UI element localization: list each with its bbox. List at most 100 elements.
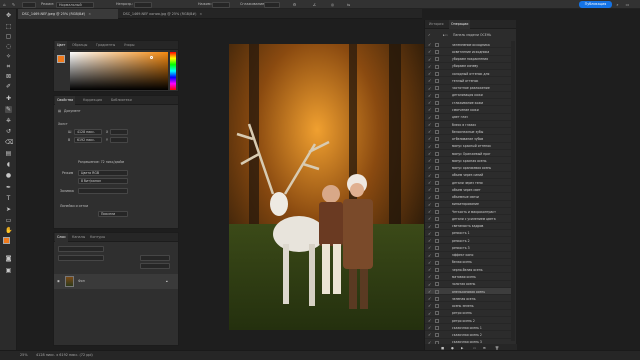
check-icon[interactable]: ✓ xyxy=(428,86,431,91)
check-icon[interactable]: ✓ xyxy=(428,64,431,69)
action-row[interactable]: ✓ осень зелень xyxy=(425,302,513,310)
dialog-toggle-box[interactable] xyxy=(435,180,439,185)
action-row[interactable]: ✓ блеск в глазах xyxy=(425,121,513,129)
check-icon[interactable]: ✓ xyxy=(428,311,431,316)
action-row[interactable]: ✓ отбеливание зубов xyxy=(425,135,513,143)
action-row[interactable]: ✓ светимость кадров xyxy=(425,223,513,230)
action-row[interactable]: ✓ виньетирование xyxy=(425,201,513,208)
action-row[interactable]: ✓ осветление исходника xyxy=(425,48,513,56)
check-icon[interactable]: ✓ xyxy=(428,267,431,272)
dialog-toggle-box[interactable] xyxy=(435,173,439,178)
tab-paths[interactable]: Контуры xyxy=(88,233,107,242)
dodge-tool-icon[interactable]: ● xyxy=(5,172,12,179)
frame-tool-icon[interactable]: ⊠ xyxy=(5,73,12,80)
check-icon[interactable]: ✓ xyxy=(428,122,431,127)
check-icon[interactable]: ✓ xyxy=(428,303,431,308)
tab-libraries[interactable]: Библиотеки xyxy=(109,96,134,105)
close-icon[interactable]: × xyxy=(199,12,202,16)
layer-opacity-input[interactable] xyxy=(140,255,170,261)
action-row[interactable]: ✓ детали через тени xyxy=(425,179,513,187)
check-icon[interactable]: ✓ xyxy=(428,57,431,62)
dialog-toggle-box[interactable] xyxy=(435,122,439,127)
dialog-toggle-box[interactable] xyxy=(435,289,439,294)
check-icon[interactable]: ✓ xyxy=(428,195,431,200)
dialog-toggle-box[interactable] xyxy=(435,217,439,222)
share-button[interactable]: Публикация xyxy=(579,1,612,8)
check-icon[interactable]: ✓ xyxy=(428,158,431,163)
dialog-toggle-box[interactable] xyxy=(435,100,439,105)
dialog-toggle-box[interactable] xyxy=(435,246,439,251)
dialog-toggle-box[interactable] xyxy=(435,260,439,265)
check-icon[interactable]: ✓ xyxy=(428,173,431,178)
pressure-icon[interactable]: ◎ xyxy=(330,2,335,7)
quick-select-tool-icon[interactable]: ✧ xyxy=(5,53,12,60)
action-row[interactable]: ✓ ретро осень xyxy=(425,310,513,317)
dialog-toggle-box[interactable] xyxy=(435,50,439,55)
color-mode-select[interactable]: Цвета RGB xyxy=(78,170,128,176)
lasso-tool-icon[interactable]: ◌ xyxy=(5,43,12,50)
flow-input[interactable] xyxy=(212,1,230,8)
action-row[interactable]: ✓ Четкость и микроконтраст xyxy=(425,208,513,216)
check-icon[interactable]: ✓ xyxy=(428,289,431,294)
check-icon[interactable]: ✓ xyxy=(428,224,431,229)
actions-scrollbar[interactable] xyxy=(511,41,515,341)
angle-icon[interactable]: ∠ xyxy=(312,2,317,7)
doc-tab-original[interactable]: DSC_1469.NEF.jpeg @ 25% (RGB/8#) × xyxy=(18,9,118,19)
color-swatches[interactable] xyxy=(3,237,14,248)
tab-swatches[interactable]: Образцы xyxy=(70,41,89,50)
tab-history[interactable]: История xyxy=(427,20,445,29)
quick-mask-icon[interactable]: ◙ xyxy=(5,255,12,262)
dialog-toggle-box[interactable] xyxy=(435,275,439,280)
action-row[interactable]: ✓ частотное разложение xyxy=(425,85,513,92)
check-icon[interactable]: ✓ xyxy=(428,282,431,287)
action-row[interactable]: ✓ смягчение кожи xyxy=(425,106,513,114)
action-row[interactable]: ✓ минус красная осень xyxy=(425,157,513,165)
dialog-toggle-box[interactable] xyxy=(435,42,439,47)
dialog-toggle-box[interactable] xyxy=(435,151,439,156)
action-row[interactable]: ✓ матовая осень xyxy=(425,273,513,281)
tab-channels[interactable]: Каналы xyxy=(70,233,87,242)
screen-mode-icon[interactable]: ▣ xyxy=(5,267,12,274)
hand-tool-icon[interactable]: ✋ xyxy=(5,227,12,234)
dialog-toggle-box[interactable] xyxy=(435,115,439,120)
brush-tool-icon[interactable]: ✎ xyxy=(11,2,16,7)
check-icon[interactable]: ✓ xyxy=(428,325,431,330)
opacity-input[interactable] xyxy=(134,1,152,8)
symmetry-icon[interactable]: ⇋ xyxy=(346,2,351,7)
check-icon[interactable]: ✓ xyxy=(428,238,431,243)
tab-gradients[interactable]: Градиенты xyxy=(94,41,117,50)
smoothing-input[interactable] xyxy=(264,1,280,8)
blur-tool-icon[interactable]: ◖ xyxy=(5,161,12,168)
tab-actions[interactable]: Операции xyxy=(449,20,471,29)
action-row[interactable]: ✓ сказочная осень 2 xyxy=(425,331,513,339)
check-icon[interactable]: ✓ xyxy=(428,100,431,105)
gradient-tool-icon[interactable]: ▤ xyxy=(5,150,12,157)
dialog-toggle-box[interactable] xyxy=(435,86,439,91)
check-icon[interactable]: ✓ xyxy=(428,245,431,250)
check-icon[interactable]: ✓ xyxy=(428,274,431,279)
action-row[interactable]: ✓ минус Оранжевый прог xyxy=(425,150,513,158)
action-row[interactable]: ✓ теплый оттенок xyxy=(425,77,513,85)
action-row[interactable]: ✓ зеленая осень xyxy=(425,295,513,303)
dialog-toggle-box[interactable] xyxy=(435,282,439,287)
check-icon[interactable]: ✓ xyxy=(428,165,431,170)
check-icon[interactable]: ✓ xyxy=(428,144,431,149)
pen-tool-icon[interactable]: ✒ xyxy=(5,184,12,191)
doc-tab-copy[interactable]: DSC_1469.NEF копия.jpg @ 25% (RGB/8#) × xyxy=(119,9,237,19)
action-row[interactable]: ✓ белая осень xyxy=(425,259,513,267)
check-icon[interactable]: ✓ xyxy=(428,180,431,185)
check-icon[interactable]: ✓ xyxy=(428,296,431,301)
tab-layers[interactable]: Слои xyxy=(55,233,68,242)
y-input[interactable] xyxy=(110,137,128,143)
action-set-row[interactable]: ✓ ▸▭ Панель модели ОСЕНЬ xyxy=(425,32,513,40)
dialog-toggle-box[interactable] xyxy=(435,129,439,134)
action-row[interactable]: ✓ объем через синий xyxy=(425,172,513,179)
check-icon[interactable]: ✓ xyxy=(428,93,431,98)
action-row[interactable]: ✓ объем через свет xyxy=(425,186,513,194)
units-select[interactable]: Пиксели xyxy=(98,211,128,217)
dialog-toggle-box[interactable] xyxy=(435,296,439,301)
action-row[interactable]: ✓ объемные свечи xyxy=(425,194,513,201)
action-row[interactable]: ✓ сглаживание кожи xyxy=(425,99,513,107)
check-icon[interactable]: ✓ xyxy=(428,71,431,76)
check-icon[interactable]: ✓ xyxy=(428,231,431,236)
